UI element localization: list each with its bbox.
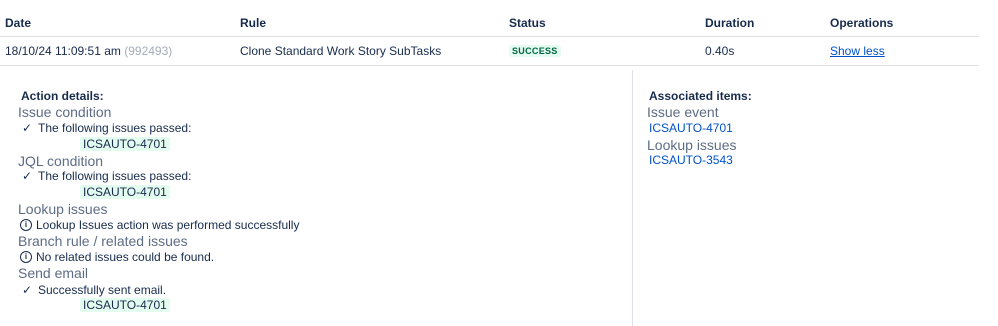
info-icon: i — [20, 251, 32, 263]
status-badge: SUCCESS — [509, 45, 561, 57]
condition-message: Successfully sent email. — [38, 283, 167, 297]
condition-message: Lookup Issues action was performed succe… — [36, 218, 300, 232]
header-status: Status — [509, 16, 546, 30]
issue-tag: ICSAUTO-4701 — [80, 137, 170, 151]
row-id: (992493) — [124, 44, 173, 58]
condition-message: The following issues passed: — [38, 169, 192, 183]
header-divider — [0, 36, 979, 37]
issue-tag: ICSAUTO-4701 — [80, 298, 170, 312]
action-details-title: Action details: — [21, 89, 104, 103]
condition-message: No related issues could be found. — [36, 250, 215, 264]
show-less-link[interactable]: Show less — [830, 44, 885, 58]
associated-group-title: Lookup issues — [647, 137, 737, 153]
condition-detail: ✓ Successfully sent email. — [20, 283, 166, 297]
condition-title: Lookup issues — [18, 201, 108, 217]
condition-message: The following issues passed: — [38, 121, 192, 135]
check-icon: ✓ — [21, 121, 33, 135]
row-rule: Clone Standard Work Story SubTasks — [240, 44, 442, 58]
row-date: 18/10/24 11:09:51 am (992493) — [5, 44, 172, 58]
header-date: Date — [5, 16, 32, 30]
condition-title: Issue condition — [18, 104, 112, 120]
associated-issue-link[interactable]: ICSAUTO-4701 — [649, 121, 733, 135]
associated-issue-link[interactable]: ICSAUTO-3543 — [649, 153, 733, 167]
header-duration: Duration — [705, 16, 755, 30]
header-operations: Operations — [830, 16, 894, 30]
check-icon: ✓ — [21, 169, 33, 183]
condition-detail: i No related issues could be found. — [20, 250, 214, 264]
condition-title: Branch rule / related issues — [18, 233, 188, 249]
condition-detail: ✓ The following issues passed: — [20, 169, 191, 183]
condition-detail: ✓ The following issues passed: — [20, 121, 191, 135]
condition-detail: i Lookup Issues action was performed suc… — [20, 218, 299, 232]
row-date-value: 18/10/24 11:09:51 am — [5, 44, 121, 58]
associated-group-title: Issue event — [647, 104, 719, 120]
row-divider — [0, 65, 979, 66]
associated-items-title: Associated items: — [649, 89, 752, 103]
header-rule: Rule — [240, 16, 267, 30]
issue-tag: ICSAUTO-4701 — [80, 185, 170, 199]
panel-divider — [632, 70, 633, 326]
row-duration: 0.40s — [705, 44, 735, 58]
condition-title: JQL condition — [18, 153, 104, 169]
condition-title: Send email — [18, 265, 89, 281]
check-icon: ✓ — [21, 283, 33, 297]
info-icon: i — [20, 219, 32, 231]
